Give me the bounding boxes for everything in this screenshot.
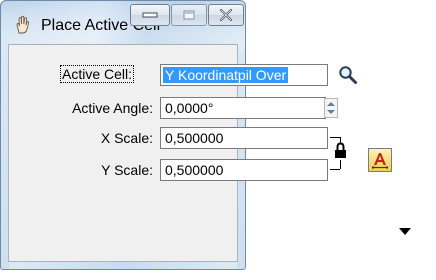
close-icon: [219, 9, 233, 21]
spin-down-icon[interactable]: [327, 110, 335, 114]
dropdown-arrow-icon[interactable]: [399, 228, 411, 235]
maximize-icon: [183, 10, 195, 20]
minimize-button[interactable]: [130, 4, 170, 26]
active-angle-field[interactable]: 0,0000°: [160, 97, 326, 119]
minimize-icon: [142, 12, 158, 18]
maximize-button[interactable]: [171, 4, 207, 26]
hand-cell-icon: [16, 15, 30, 34]
lock-bracket-lower: [340, 160, 341, 169]
active-cell-value: Y Koordinatpil Over: [163, 67, 289, 83]
active-cell-label: Active Cell:: [60, 65, 135, 83]
close-button[interactable]: [208, 4, 244, 26]
padlock-icon[interactable]: [334, 142, 347, 159]
text-annotation-button[interactable]: [368, 148, 392, 172]
active-angle-label: Active Angle:: [72, 100, 153, 116]
lock-bracket-bottom: [330, 169, 340, 170]
text-annotation-icon: [372, 153, 388, 169]
x-scale-field[interactable]: 0,500000: [160, 127, 328, 149]
x-scale-label: X Scale:: [100, 130, 153, 146]
magnifier-icon[interactable]: [337, 64, 359, 86]
active-angle-spinner[interactable]: [324, 98, 338, 118]
y-scale-field[interactable]: 0,500000: [160, 159, 328, 181]
active-cell-field[interactable]: Y Koordinatpil Over: [160, 64, 328, 86]
y-scale-label: Y Scale:: [101, 162, 153, 178]
spin-up-icon[interactable]: [327, 102, 335, 106]
place-active-cell-dialog: Place Active Cell Active Cell: Y Koordin…: [0, 0, 436, 280]
lock-bracket-top: [330, 137, 340, 138]
